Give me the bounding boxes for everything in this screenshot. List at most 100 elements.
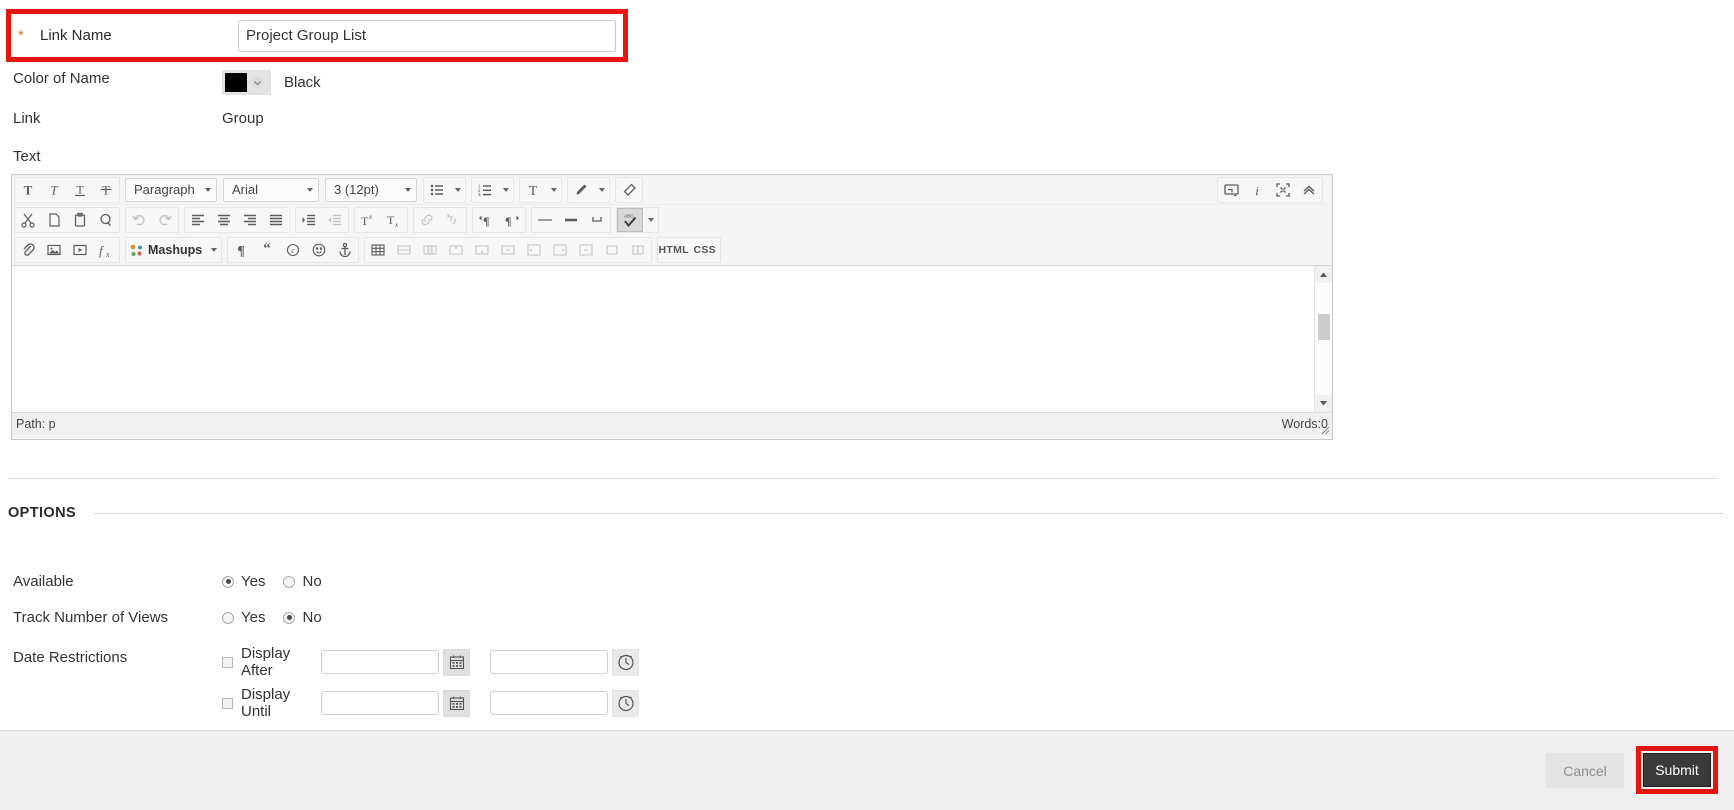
bulleted-list-icon[interactable] xyxy=(424,178,450,202)
rtl-icon[interactable]: ¶ xyxy=(499,208,525,232)
numbered-list-icon[interactable]: 1 2 3 xyxy=(472,178,498,202)
unlink-icon[interactable] xyxy=(440,208,466,232)
attach-file-icon[interactable] xyxy=(15,238,41,262)
numbered-list-options-icon[interactable] xyxy=(498,178,513,202)
display-until-label[interactable]: Display Until xyxy=(241,686,321,720)
track-views-yes-radio[interactable] xyxy=(222,611,234,624)
available-no-radio[interactable] xyxy=(283,575,296,588)
paragraph-format-select[interactable]: Paragraph xyxy=(125,177,217,202)
insert-media-icon[interactable] xyxy=(67,238,93,262)
merge-cells-icon[interactable] xyxy=(599,238,625,262)
spellcheck-options-icon[interactable] xyxy=(643,208,658,232)
text-color-icon[interactable]: T xyxy=(520,178,546,202)
copy-icon[interactable] xyxy=(41,208,67,232)
highlight-color-options-icon[interactable] xyxy=(594,178,609,202)
nonbreaking-space-icon[interactable] xyxy=(584,208,610,232)
align-right-icon[interactable] xyxy=(237,208,263,232)
insert-table-icon[interactable] xyxy=(365,238,391,262)
undo-icon[interactable] xyxy=(126,208,152,232)
preview-icon[interactable] xyxy=(1218,178,1244,202)
paste-icon[interactable] xyxy=(67,208,93,232)
display-after-time-input[interactable] xyxy=(490,650,608,674)
fullscreen-icon[interactable] xyxy=(1270,178,1296,202)
align-justify-icon[interactable] xyxy=(263,208,289,232)
delete-col-icon[interactable] xyxy=(573,238,599,262)
chevron-down-icon[interactable] xyxy=(247,72,268,93)
insert-link-icon[interactable] xyxy=(414,208,440,232)
track-views-no-radio[interactable] xyxy=(283,611,296,624)
insert-row-after-icon[interactable] xyxy=(469,238,495,262)
info-icon[interactable]: i xyxy=(1244,178,1270,202)
display-until-time-input[interactable] xyxy=(490,691,608,715)
scrollbar-thumb[interactable] xyxy=(1318,314,1330,340)
cut-icon[interactable] xyxy=(15,208,41,232)
italic-icon[interactable]: T xyxy=(41,178,67,202)
indent-icon[interactable] xyxy=(296,208,322,232)
bold-icon[interactable]: T xyxy=(15,178,41,202)
horizontal-rule-icon[interactable] xyxy=(532,208,558,232)
scroll-down-icon[interactable] xyxy=(1315,395,1332,412)
insert-image-icon[interactable] xyxy=(41,238,67,262)
display-after-label[interactable]: Display After xyxy=(241,645,321,679)
insert-col-after-icon[interactable] xyxy=(547,238,573,262)
math-formula-icon[interactable]: fx xyxy=(93,238,119,262)
outdent-icon[interactable] xyxy=(322,208,348,232)
spellcheck-icon[interactable]: ABC xyxy=(617,208,643,232)
mashups-label: Mashups xyxy=(148,243,203,257)
available-no-label[interactable]: No xyxy=(302,573,321,590)
split-cell-icon[interactable] xyxy=(625,238,651,262)
font-size-select[interactable]: 3 (12pt) xyxy=(325,177,417,202)
show-invisibles-icon[interactable]: ¶ xyxy=(228,238,254,262)
clock-icon[interactable] xyxy=(612,689,639,717)
table-cell-props-icon[interactable] xyxy=(417,238,443,262)
insert-col-before-icon[interactable] xyxy=(521,238,547,262)
available-yes-label[interactable]: Yes xyxy=(241,573,265,590)
html-source-button[interactable]: HTML xyxy=(658,238,689,262)
blockquote-icon[interactable]: “ xyxy=(254,238,280,262)
highlight-color-icon[interactable] xyxy=(568,178,594,202)
emoticon-icon[interactable] xyxy=(306,238,332,262)
display-after-date-input[interactable] xyxy=(321,650,439,674)
align-center-icon[interactable] xyxy=(211,208,237,232)
display-until-date-input[interactable] xyxy=(321,691,439,715)
anchor-icon[interactable] xyxy=(332,238,358,262)
track-views-yes-label[interactable]: Yes xyxy=(241,609,265,626)
cancel-button[interactable]: Cancel xyxy=(1546,753,1624,788)
display-until-checkbox[interactable] xyxy=(222,697,233,709)
link-name-input[interactable] xyxy=(238,19,616,52)
strikethrough-icon[interactable]: T xyxy=(93,178,119,202)
bulleted-list-options-icon[interactable] xyxy=(450,178,465,202)
find-replace-icon[interactable] xyxy=(93,208,119,232)
submit-button[interactable]: Submit xyxy=(1643,753,1711,787)
mashups-options-icon[interactable] xyxy=(206,238,221,262)
display-after-checkbox[interactable] xyxy=(222,656,233,668)
editor-content-area[interactable] xyxy=(12,265,1332,412)
line-icon[interactable] xyxy=(558,208,584,232)
align-left-icon[interactable] xyxy=(185,208,211,232)
calendar-icon[interactable] xyxy=(443,648,470,676)
color-picker-button[interactable] xyxy=(222,70,271,95)
table-row-props-icon[interactable] xyxy=(391,238,417,262)
calendar-icon[interactable] xyxy=(443,689,470,717)
collapse-toolbar-icon[interactable] xyxy=(1296,178,1322,202)
font-family-select[interactable]: Arial xyxy=(223,177,319,202)
mashups-button[interactable]: Mashups xyxy=(126,238,206,262)
subscript-icon[interactable]: Tx xyxy=(381,208,407,232)
mashups-icon xyxy=(130,244,143,257)
superscript-icon[interactable]: Tx xyxy=(355,208,381,232)
resize-handle-icon[interactable] xyxy=(1320,424,1330,435)
remove-formatting-icon[interactable] xyxy=(616,178,642,202)
delete-row-icon[interactable] xyxy=(495,238,521,262)
insert-row-before-icon[interactable] xyxy=(443,238,469,262)
text-color-options-icon[interactable] xyxy=(546,178,561,202)
copyright-icon[interactable]: c xyxy=(280,238,306,262)
ltr-icon[interactable]: ¶ xyxy=(473,208,499,232)
redo-icon[interactable] xyxy=(152,208,178,232)
css-source-button[interactable]: CSS xyxy=(689,238,720,262)
editor-scrollbar[interactable] xyxy=(1314,266,1332,412)
underline-icon[interactable]: T xyxy=(67,178,93,202)
track-views-no-label[interactable]: No xyxy=(302,609,321,626)
clock-icon[interactable] xyxy=(612,648,639,676)
available-yes-radio[interactable] xyxy=(222,575,234,588)
scroll-up-icon[interactable] xyxy=(1315,266,1332,283)
